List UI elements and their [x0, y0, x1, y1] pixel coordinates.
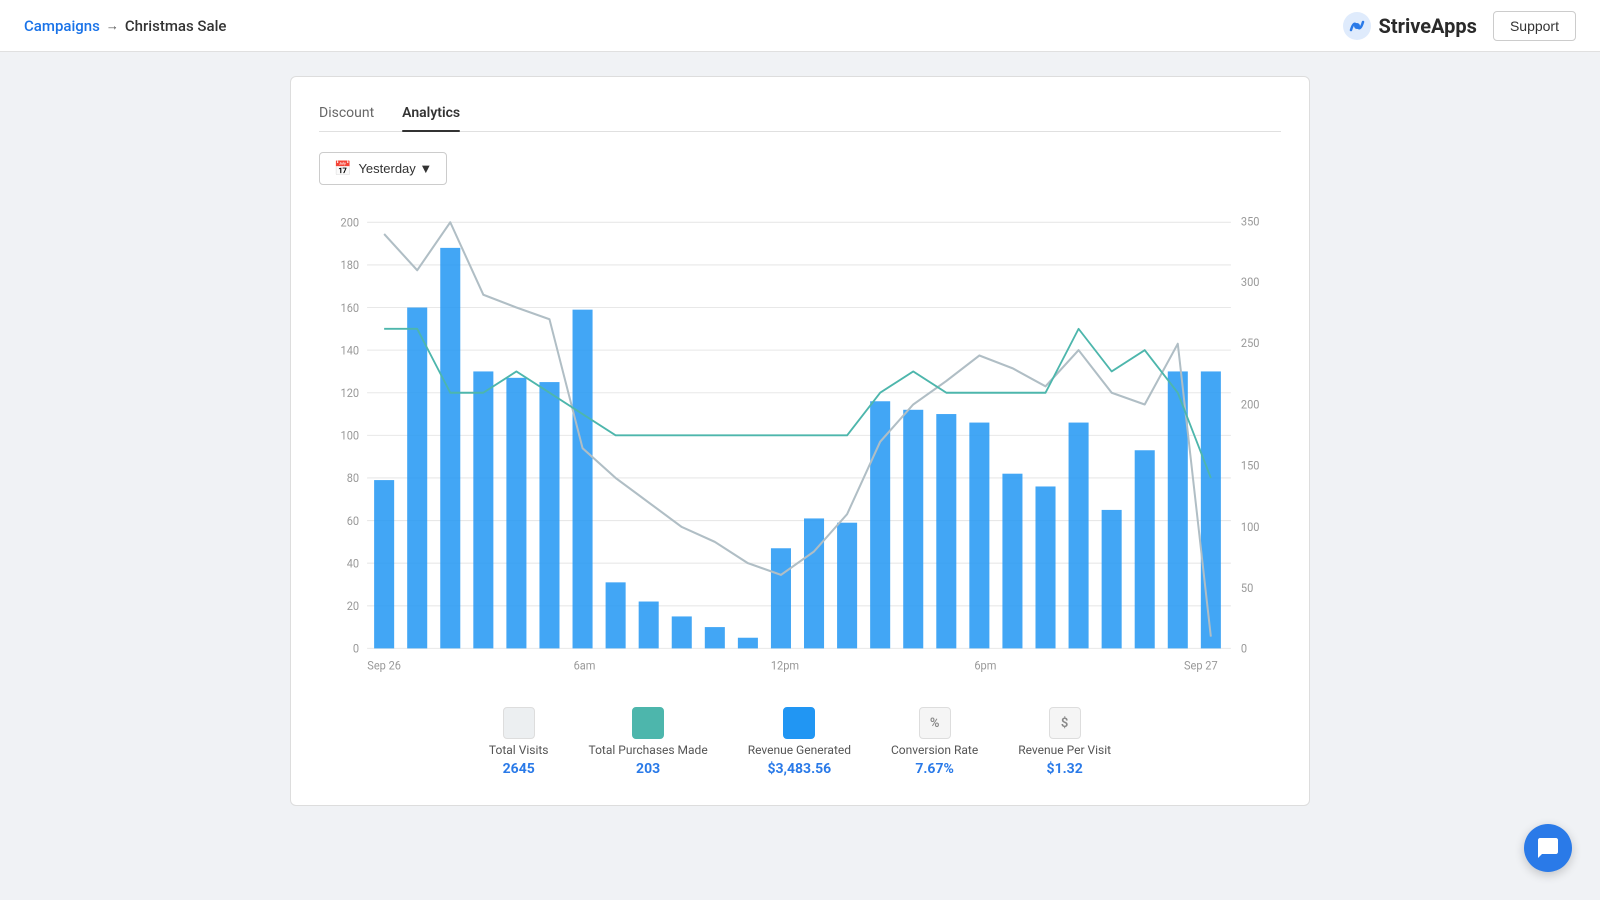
conversion-rate-swatch: %	[919, 707, 951, 739]
chart-legend: Total Visits 2645 Total Purchases Made 2…	[319, 707, 1281, 777]
tab-discount[interactable]: Discount	[319, 97, 374, 131]
svg-text:140: 140	[341, 343, 360, 357]
date-filter-label: Yesterday ▼	[358, 161, 432, 176]
svg-text:250: 250	[1241, 336, 1260, 350]
svg-text:200: 200	[341, 215, 360, 229]
revenue-per-visit-label: Revenue Per Visit	[1018, 743, 1111, 757]
svg-text:Sep 27: Sep 27	[1184, 658, 1218, 672]
calendar-icon: 📅	[334, 160, 351, 177]
svg-text:6pm: 6pm	[974, 658, 996, 672]
svg-text:12pm: 12pm	[771, 658, 799, 672]
svg-text:20: 20	[347, 599, 359, 613]
svg-text:200: 200	[1241, 397, 1260, 411]
revenue-generated-swatch	[783, 707, 815, 739]
total-visits-swatch	[503, 707, 535, 739]
svg-text:50: 50	[1241, 581, 1253, 595]
total-purchases-swatch	[632, 707, 664, 739]
total-visits-label: Total Visits	[489, 743, 549, 757]
header: Campaigns → Christmas Sale StriveApps Su…	[0, 0, 1600, 52]
filter-row: 📅 Yesterday ▼	[319, 152, 1281, 185]
breadcrumb-arrow: →	[106, 18, 119, 34]
total-purchases-value: 203	[636, 761, 660, 777]
svg-text:6am: 6am	[574, 658, 596, 672]
revenue-generated-value: $3,483.56	[767, 761, 831, 777]
legend-total-visits: Total Visits 2645	[489, 707, 549, 777]
svg-text:Sep 26: Sep 26	[367, 658, 401, 672]
header-right: StriveApps Support	[1341, 10, 1576, 42]
legend-revenue-generated: Revenue Generated $3,483.56	[748, 707, 851, 777]
main-content: Discount Analytics 📅 Yesterday ▼	[0, 52, 1600, 830]
date-filter-button[interactable]: 📅 Yesterday ▼	[319, 152, 447, 185]
tab-bar: Discount Analytics	[319, 97, 1281, 132]
svg-text:0: 0	[1241, 641, 1247, 655]
page-title: Christmas Sale	[125, 17, 227, 35]
campaigns-link[interactable]: Campaigns	[24, 17, 100, 35]
chart-svg: 0 20 40 60 80 100 120 140 160 180 200 0 …	[319, 201, 1281, 691]
svg-text:80: 80	[347, 471, 359, 485]
logo: StriveApps	[1341, 10, 1477, 42]
svg-text:150: 150	[1241, 458, 1260, 472]
revenue-per-visit-value: $1.32	[1047, 761, 1083, 777]
svg-text:0: 0	[353, 641, 359, 655]
chat-icon	[1536, 836, 1560, 860]
legend-revenue-per-visit: $ Revenue Per Visit $1.32	[1018, 707, 1111, 777]
tab-analytics[interactable]: Analytics	[402, 97, 460, 131]
chart-container: 0 20 40 60 80 100 120 140 160 180 200 0 …	[319, 201, 1281, 691]
conversion-rate-label: Conversion Rate	[891, 743, 978, 757]
svg-text:350: 350	[1241, 214, 1260, 228]
chat-button[interactable]	[1524, 824, 1572, 872]
svg-text:160: 160	[341, 300, 360, 314]
logo-text: StriveApps	[1379, 14, 1477, 38]
svg-text:100: 100	[341, 428, 360, 442]
analytics-card: Discount Analytics 📅 Yesterday ▼	[290, 76, 1310, 806]
svg-text:180: 180	[341, 258, 360, 272]
breadcrumb: Campaigns → Christmas Sale	[24, 17, 226, 35]
logo-icon	[1341, 10, 1373, 42]
svg-text:60: 60	[347, 513, 359, 527]
total-purchases-label: Total Purchases Made	[588, 743, 707, 757]
legend-conversion-rate: % Conversion Rate 7.67%	[891, 707, 978, 777]
conversion-rate-value: 7.67%	[915, 761, 954, 777]
legend-total-purchases: Total Purchases Made 203	[588, 707, 707, 777]
svg-text:100: 100	[1241, 520, 1260, 534]
total-visits-value: 2645	[503, 761, 535, 777]
revenue-per-visit-swatch: $	[1049, 707, 1081, 739]
support-button[interactable]: Support	[1493, 11, 1576, 41]
svg-text:300: 300	[1241, 275, 1260, 289]
svg-text:40: 40	[347, 556, 359, 570]
revenue-generated-label: Revenue Generated	[748, 743, 851, 757]
svg-text:120: 120	[341, 386, 360, 400]
